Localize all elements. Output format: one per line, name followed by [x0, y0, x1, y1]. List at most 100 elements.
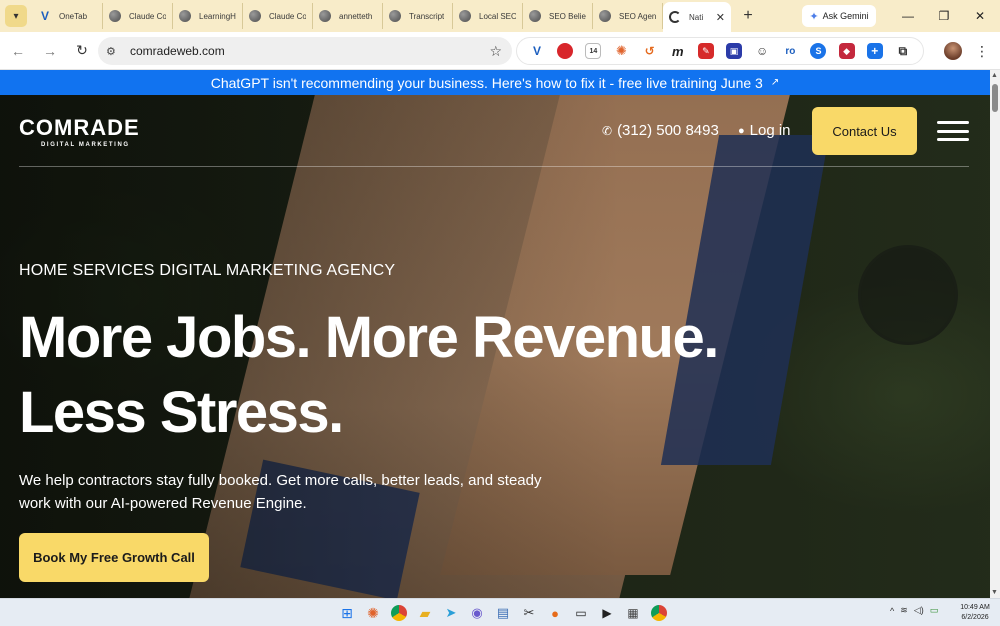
- media-player-icon[interactable]: ▶: [596, 602, 618, 624]
- external-arrow-icon: ↗: [770, 77, 780, 88]
- system-tray: ^ ≋ ◁) ▭: [890, 605, 944, 616]
- tray-chevron-icon[interactable]: ^: [890, 606, 894, 616]
- tab-active-current[interactable]: Nati ✕: [663, 2, 731, 32]
- scroll-up-icon[interactable]: ▲: [991, 72, 998, 79]
- page-scrollbar[interactable]: ▲ ▼: [990, 70, 1000, 598]
- tab-local-seo[interactable]: Local SEO: [453, 3, 523, 29]
- hero-eyebrow: HOME SERVICES DIGITAL MARKETING AGENCY: [19, 262, 396, 279]
- url-text[interactable]: comradeweb.com: [130, 44, 225, 58]
- ask-gemini-label: Ask Gemini: [822, 11, 869, 21]
- battery-icon[interactable]: ▭: [930, 605, 939, 616]
- onetab-extension-icon[interactable]: V: [529, 43, 545, 59]
- terminal-icon[interactable]: ▭: [570, 602, 592, 624]
- chrome-app-icon-2[interactable]: [651, 605, 667, 621]
- tab-seo-belief[interactable]: SEO Belie: [523, 3, 593, 29]
- windows-start-icon[interactable]: ⊞: [336, 602, 358, 624]
- back-arrow-icon[interactable]: ←: [4, 37, 32, 65]
- site-header: COMRADE DIGITAL MARKETING ✆ (312) 500 84…: [0, 95, 990, 167]
- bookmark-star-icon[interactable]: ☆: [489, 43, 502, 60]
- site-settings-icon[interactable]: ⚙: [106, 45, 122, 58]
- messenger-icon[interactable]: ◉: [466, 602, 488, 624]
- tab-onetab[interactable]: V OneTab: [33, 3, 103, 29]
- red-pen-extension-icon[interactable]: ✎: [697, 43, 714, 59]
- smiley-extension-icon[interactable]: ☺: [754, 43, 770, 59]
- close-window-icon[interactable]: ✕: [962, 0, 998, 32]
- taskbar-clock[interactable]: 10:49 AM 6/2/2026: [954, 603, 996, 623]
- notepad-icon[interactable]: ▤: [492, 602, 514, 624]
- s-extension-icon[interactable]: S: [810, 43, 827, 59]
- browser-menu-icon[interactable]: ⋮: [974, 40, 990, 62]
- tab-learning[interactable]: LearningH: [173, 3, 243, 29]
- comrade-logo[interactable]: COMRADE DIGITAL MARKETING: [19, 115, 144, 148]
- address-bar[interactable]: ⚙ comradeweb.com ☆: [98, 37, 512, 65]
- tab-claude-2[interactable]: Claude Co: [243, 3, 313, 29]
- login-link[interactable]: ● Log in: [738, 122, 791, 139]
- profile-avatar[interactable]: [944, 42, 962, 60]
- adblock-extension-icon[interactable]: [557, 43, 574, 59]
- hero-headline: More Jobs. More Revenue. Less Stress.: [19, 300, 739, 450]
- onetab-v-icon: V: [40, 9, 49, 23]
- tab-close-icon[interactable]: ✕: [716, 11, 725, 24]
- contact-us-button[interactable]: Contact Us: [812, 107, 917, 155]
- wifi-icon[interactable]: ≋: [900, 605, 908, 616]
- tab-annette[interactable]: annetteth: [313, 3, 383, 29]
- globe-icon: [599, 10, 611, 22]
- volume-icon[interactable]: ◁): [914, 605, 924, 616]
- hero-subtext: We help contractors stay fully booked. G…: [19, 472, 542, 512]
- globe-icon: [389, 10, 401, 22]
- orange-swirl-extension-icon[interactable]: ↺: [642, 43, 658, 59]
- tab-search-chevron-icon[interactable]: ▾: [5, 5, 27, 27]
- globe-icon: [319, 10, 331, 22]
- globe-icon: [529, 10, 541, 22]
- file-explorer-icon[interactable]: ▰: [414, 602, 436, 624]
- tab-seo-agency[interactable]: SEO Agen: [593, 3, 663, 29]
- header-divider: [19, 166, 969, 167]
- chrome-app-icon[interactable]: [391, 605, 407, 621]
- minimize-icon[interactable]: —: [890, 0, 926, 32]
- claude-extension-icon[interactable]: ✺: [613, 43, 629, 59]
- hero-background-trampoline: [858, 245, 958, 345]
- globe-icon: [249, 10, 261, 22]
- tab-transcript[interactable]: Transcript: [383, 3, 453, 29]
- app-window-icon[interactable]: ▦: [622, 602, 644, 624]
- announcement-text[interactable]: ChatGPT isn't recommending your business…: [211, 75, 763, 91]
- reload-icon[interactable]: ↻: [68, 37, 96, 65]
- ro-extension-icon[interactable]: ro: [782, 43, 798, 59]
- clock-time: 10:49 AM: [960, 604, 990, 611]
- headline-line-2: Less Stress.: [19, 380, 344, 445]
- forward-arrow-icon[interactable]: →: [36, 37, 64, 65]
- hero-section: COMRADE DIGITAL MARKETING ✆ (312) 500 84…: [0, 95, 990, 598]
- globe-icon: [459, 10, 471, 22]
- new-tab-button[interactable]: +: [737, 7, 759, 25]
- tab-list: V OneTab Claude Co LearningH Claude Co a…: [33, 0, 731, 32]
- globe-icon: [109, 10, 121, 22]
- globe-icon: [179, 10, 191, 22]
- red-tag-extension-icon[interactable]: ◆: [838, 43, 855, 59]
- telegram-icon[interactable]: ➤: [440, 602, 462, 624]
- ask-gemini-button[interactable]: ✦ Ask Gemini: [802, 5, 876, 27]
- firefox-icon[interactable]: ●: [544, 602, 566, 624]
- extension-badge-icon[interactable]: 14: [585, 43, 602, 59]
- announcement-bar[interactable]: ChatGPT isn't recommending your business…: [0, 70, 990, 95]
- hamburger-menu-icon[interactable]: [937, 121, 969, 141]
- scroll-down-icon[interactable]: ▼: [991, 589, 998, 596]
- scrollbar-thumb[interactable]: [992, 84, 998, 112]
- phone-link[interactable]: ✆ (312) 500 8493: [602, 122, 719, 139]
- snipping-tool-icon[interactable]: ✂: [518, 602, 540, 624]
- phone-icon: ✆: [602, 123, 613, 138]
- m-extension-icon[interactable]: m: [670, 43, 686, 59]
- logo-tagline: DIGITAL MARKETING: [41, 142, 130, 148]
- extensions-bar: V 14 ✺ ↺ m ✎ ▣ ☺ ro S ◆ + ⧉: [516, 37, 924, 65]
- loading-icon: [669, 11, 681, 23]
- plus-extension-icon[interactable]: +: [866, 43, 883, 59]
- tab-claude-1[interactable]: Claude Co: [103, 3, 173, 29]
- windows-taskbar: ⊞ ✺ ▰ ➤ ◉ ▤ ✂ ● ▭ ▶ ▦ ^ ≋ ◁) ▭ 10:49 AM …: [0, 598, 1000, 626]
- puzzle-extensions-icon[interactable]: ⧉: [895, 43, 911, 59]
- claude-app-icon[interactable]: ✺: [362, 602, 384, 624]
- restore-icon[interactable]: ❐: [926, 0, 962, 32]
- user-icon: ●: [738, 124, 745, 137]
- book-growth-call-button[interactable]: Book My Free Growth Call: [19, 533, 209, 582]
- blue-square-extension-icon[interactable]: ▣: [726, 43, 743, 59]
- logo-wordmark: COMRADE: [19, 115, 140, 140]
- phone-number: (312) 500 8493: [617, 122, 719, 139]
